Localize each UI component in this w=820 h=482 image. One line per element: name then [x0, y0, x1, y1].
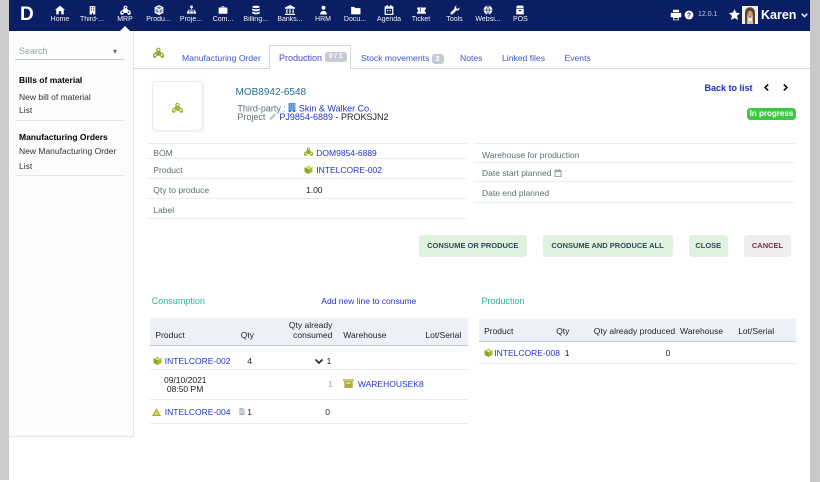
svg-text:?: ? — [687, 13, 691, 20]
